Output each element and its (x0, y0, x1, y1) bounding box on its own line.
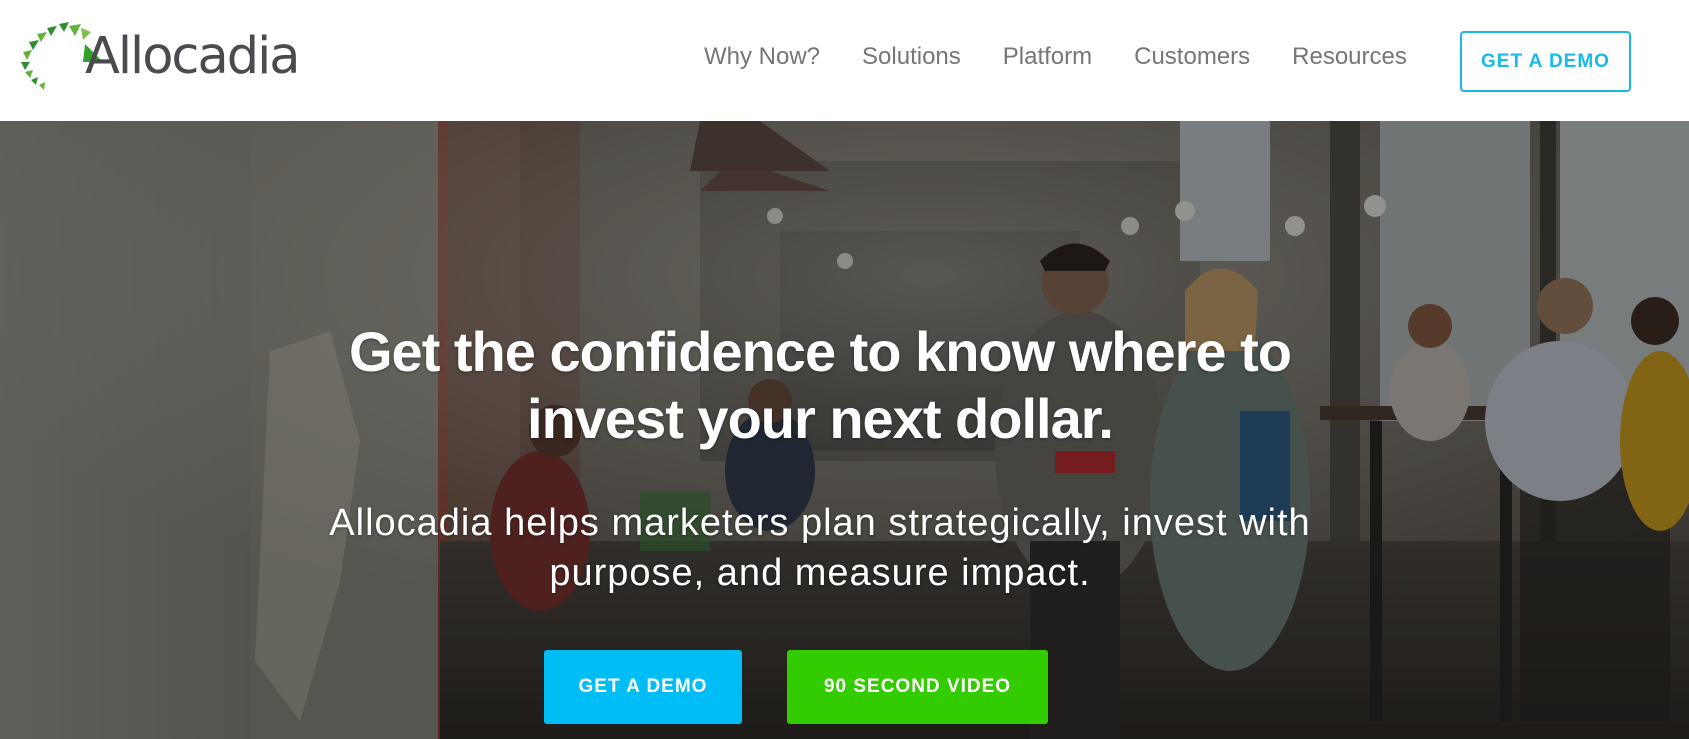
hero-video-button[interactable]: 90 SECOND VIDEO (787, 650, 1048, 724)
main-nav: Why Now? Solutions Platform Customers Re… (704, 40, 1407, 74)
hero-headline-line-1: Get the confidence to know where to (349, 320, 1292, 383)
hero-subheadline-line-1: Allocadia helps marketers plan strategic… (329, 502, 1311, 544)
nav-solutions[interactable]: Solutions (862, 40, 961, 74)
nav-why-now[interactable]: Why Now? (704, 40, 820, 74)
hero-get-demo-button[interactable]: GET A DEMO (544, 650, 742, 724)
hero-subheadline: Allocadia helps marketers plan strategic… (250, 498, 1390, 598)
nav-resources[interactable]: Resources (1292, 40, 1407, 74)
logo-wordmark: Allocadia (85, 27, 301, 86)
hero-headline: Get the confidence to know where to inve… (250, 318, 1390, 452)
nav-customers[interactable]: Customers (1134, 40, 1250, 74)
allocadia-logo[interactable]: Allocadia (19, 22, 309, 92)
site-header: Allocadia Why Now? Solutions Platform Cu… (0, 0, 1689, 121)
header-get-demo-button[interactable]: GET A DEMO (1460, 31, 1631, 92)
hero-subheadline-line-2: purpose, and measure impact. (549, 552, 1091, 594)
hero-headline-line-2: invest your next dollar. (527, 387, 1114, 450)
nav-platform[interactable]: Platform (1003, 40, 1092, 74)
